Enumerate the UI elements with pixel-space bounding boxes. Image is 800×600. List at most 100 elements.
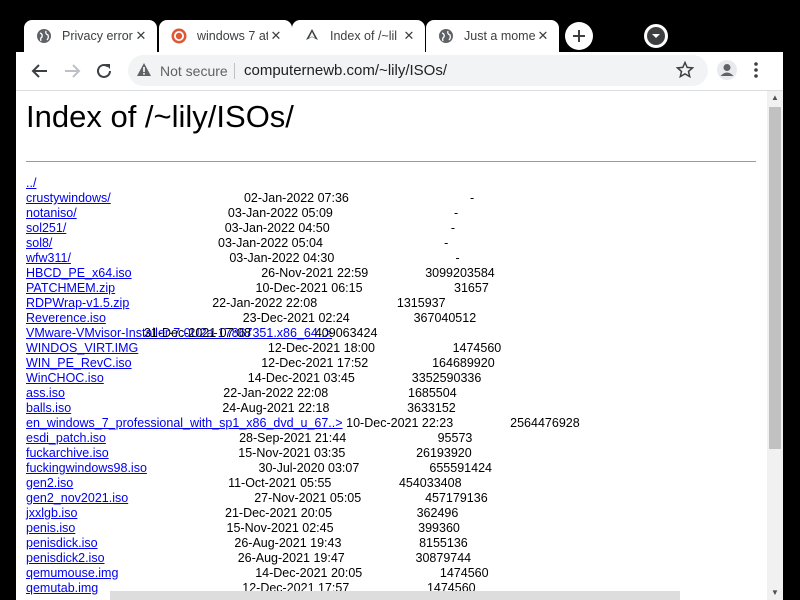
file-date: 03-Jan-2022 05:09 bbox=[227, 206, 333, 220]
file-size: 31657 bbox=[454, 281, 489, 295]
taskbar-strip bbox=[110, 591, 680, 600]
tab-title: Just a mome bbox=[464, 29, 535, 43]
file-link[interactable]: wfw311/ bbox=[26, 251, 71, 265]
tab-search-button[interactable] bbox=[644, 24, 668, 48]
file-size: 95573 bbox=[437, 431, 473, 445]
forward-arrow-icon bbox=[65, 64, 81, 78]
warning-icon[interactable] bbox=[136, 62, 152, 83]
file-link[interactable]: HBCD_PE_x64.iso bbox=[26, 266, 132, 280]
file-size: 399360 bbox=[418, 521, 460, 535]
file-date: 26-Nov-2021 22:59 bbox=[261, 266, 369, 280]
file-date: 31-Dec-2021 07:08 bbox=[143, 326, 251, 340]
file-link[interactable]: WinCHOC.iso bbox=[26, 371, 104, 385]
file-link[interactable]: en_windows_7_professional_with_sp1_x86_d… bbox=[26, 416, 343, 430]
list-item: RDPWrap-v1.5.zip 22-Jan-2022 22:08 1315937 bbox=[26, 296, 446, 311]
bookmark-star-icon[interactable] bbox=[675, 60, 695, 84]
file-link[interactable]: PATCHMEM.zip bbox=[26, 281, 115, 295]
tab-title: windows 7 at bbox=[197, 29, 268, 43]
close-icon[interactable]: ✕ bbox=[401, 28, 417, 44]
file-link[interactable]: penis.iso bbox=[26, 521, 75, 535]
file-date: 30-Jul-2020 03:07 bbox=[258, 461, 360, 475]
scroll-up-arrow-icon[interactable]: ▲ bbox=[767, 91, 783, 105]
address-bar[interactable]: Not secure computernewb.com/~lily/ISOs/ bbox=[128, 55, 708, 86]
file-date: 23-Dec-2021 02:24 bbox=[242, 311, 350, 325]
file-link[interactable]: gen2_nov2021.iso bbox=[26, 491, 128, 505]
file-link[interactable]: penisdick2.iso bbox=[26, 551, 105, 565]
list-item: penis.iso 15-Nov-2021 02:45 399360 bbox=[26, 521, 460, 536]
file-link[interactable]: sol251/ bbox=[26, 221, 66, 235]
file-size: 409063424 bbox=[314, 326, 378, 340]
list-item: fuckingwindows98.iso 30-Jul-2020 03:07 655… bbox=[26, 461, 492, 476]
scroll-down-arrow-icon[interactable]: ▼ bbox=[767, 586, 783, 600]
tab-index-of-lily[interactable]: Index of /~lil ✕ bbox=[292, 20, 425, 52]
file-link[interactable]: ass.iso bbox=[26, 386, 65, 400]
file-date: 12-Dec-2021 18:00 bbox=[267, 341, 375, 355]
file-date: 14-Dec-2021 20:05 bbox=[255, 566, 363, 580]
list-item: balls.iso 24-Aug-2021 22:18 3633152 bbox=[26, 401, 456, 416]
forward-button[interactable] bbox=[60, 59, 84, 83]
file-link[interactable]: esdi_patch.iso bbox=[26, 431, 106, 445]
file-link[interactable]: ../ bbox=[26, 176, 36, 190]
file-link[interactable]: Reverence.iso bbox=[26, 311, 106, 325]
list-item: sol8/03-Jan-2022 05:04 - bbox=[26, 236, 448, 251]
file-date: 10-Dec-2021 22:23 bbox=[346, 416, 454, 430]
file-size: 1315937 bbox=[396, 296, 446, 310]
file-date: 15-Nov-2021 02:45 bbox=[226, 521, 334, 535]
file-link[interactable]: fuckingwindows98.iso bbox=[26, 461, 147, 475]
tab-title: Index of /~lil bbox=[330, 29, 398, 43]
page-title: Index of /~lily/ISOs/ bbox=[26, 99, 294, 134]
page-content: Index of /~lily/ISOs/ ../crustywindows/0… bbox=[16, 91, 767, 600]
file-link[interactable]: jxxlgb.iso bbox=[26, 506, 77, 520]
list-item: esdi_patch.iso 28-Sep-2021 21:44 95573 bbox=[26, 431, 472, 446]
back-button[interactable] bbox=[28, 59, 52, 83]
list-item: HBCD_PE_x64.iso 26-Nov-2021 22:59 30992035… bbox=[26, 266, 495, 281]
file-link[interactable]: notaniso/ bbox=[26, 206, 77, 220]
chevron-down-icon bbox=[647, 27, 665, 45]
tab-privacy-error[interactable]: Privacy error ✕ bbox=[24, 20, 157, 52]
close-icon[interactable]: ✕ bbox=[535, 28, 551, 44]
file-date: 03-Jan-2022 04:50 bbox=[224, 221, 330, 235]
tab-windows-7[interactable]: windows 7 at ✕ bbox=[159, 20, 292, 52]
not-secure-label[interactable]: Not secure bbox=[160, 63, 228, 79]
toolbar: Not secure computernewb.com/~lily/ISOs/ bbox=[16, 52, 783, 91]
globe-icon bbox=[36, 28, 52, 44]
file-link[interactable]: gen2.iso bbox=[26, 476, 73, 490]
close-icon[interactable]: ✕ bbox=[133, 28, 149, 44]
close-icon[interactable]: ✕ bbox=[268, 28, 284, 44]
browser-window: Privacy error ✕ windows 7 at ✕ Index of … bbox=[16, 16, 783, 600]
file-link[interactable]: balls.iso bbox=[26, 401, 71, 415]
file-size: 3352590336 bbox=[411, 371, 482, 385]
new-tab-button[interactable] bbox=[565, 22, 593, 50]
file-date: 12-Dec-2021 17:52 bbox=[261, 356, 369, 370]
reload-button[interactable] bbox=[92, 59, 116, 83]
file-size: 3099203584 bbox=[425, 266, 495, 280]
list-item: fuckarchive.iso 15-Nov-2021 03:35 26193920 bbox=[26, 446, 472, 461]
file-link[interactable]: qemumouse.img bbox=[26, 566, 118, 580]
list-item: qemumouse.img 14-Dec-2021 20:05 1474560 bbox=[26, 566, 489, 581]
kebab-menu-icon[interactable] bbox=[753, 60, 759, 85]
file-link[interactable]: WIN_PE_RevC.iso bbox=[26, 356, 132, 370]
list-item: crustywindows/02-Jan-2022 07:36 - bbox=[26, 191, 474, 206]
profile-avatar-icon[interactable] bbox=[716, 59, 738, 86]
reload-icon bbox=[97, 63, 111, 78]
list-item: ass.iso 22-Jan-2022 22:08 1685504 bbox=[26, 386, 457, 401]
file-size: 1474560 bbox=[452, 341, 502, 355]
file-date: 21-Dec-2021 20:05 bbox=[225, 506, 333, 520]
file-link[interactable]: fuckarchive.iso bbox=[26, 446, 109, 460]
scroll-thumb[interactable] bbox=[769, 107, 781, 449]
globe-icon bbox=[438, 28, 454, 44]
file-link[interactable]: sol8/ bbox=[26, 236, 52, 250]
list-item: notaniso/03-Jan-2022 05:09 - bbox=[26, 206, 458, 221]
back-arrow-icon bbox=[31, 64, 47, 78]
file-size: 454033408 bbox=[398, 476, 462, 490]
file-link[interactable]: penisdick.iso bbox=[26, 536, 98, 550]
vertical-scrollbar[interactable]: ▲ ▼ bbox=[767, 91, 783, 600]
file-link[interactable]: crustywindows/ bbox=[26, 191, 111, 205]
file-link[interactable]: WINDOS_VIRT.IMG bbox=[26, 341, 138, 355]
file-link[interactable]: qemutab.img bbox=[26, 581, 98, 595]
file-link[interactable]: RDPWrap-v1.5.zip bbox=[26, 296, 129, 310]
file-date: 03-Jan-2022 04:30 bbox=[229, 251, 335, 265]
plus-icon bbox=[573, 30, 585, 42]
url-text[interactable]: computernewb.com/~lily/ISOs/ bbox=[244, 62, 447, 79]
tab-just-a-moment[interactable]: Just a mome ✕ bbox=[426, 20, 559, 52]
